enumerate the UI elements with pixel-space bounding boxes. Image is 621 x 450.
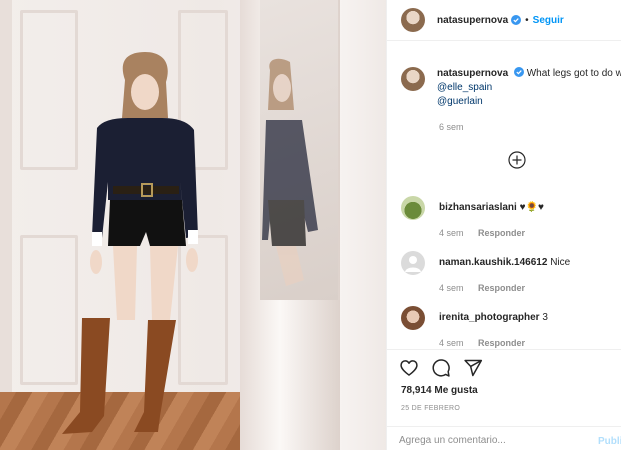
post-date[interactable]: 25 DE FEBRERO: [401, 405, 460, 412]
post-sidebar: natasupernova • Seguir natasupernova Wha…: [386, 0, 621, 450]
comments-section[interactable]: natasupernova What legs got to do with i…: [387, 41, 621, 349]
caption-text: What legs got to do with it? 🦵❤😜: [526, 68, 621, 79]
load-more-icon[interactable]: [508, 151, 526, 169]
model-figure: [62, 52, 318, 434]
comment-meta: 4 sem Responder: [439, 228, 525, 238]
commenter-avatar[interactable]: [401, 196, 425, 220]
publish-button[interactable]: Publicar: [598, 436, 621, 447]
verified-badge-icon: [511, 15, 522, 25]
commenter-username[interactable]: bizhansariaslani: [439, 202, 517, 213]
reply-button[interactable]: Responder: [478, 338, 525, 348]
likes-count[interactable]: 78,914 Me gusta: [401, 385, 478, 396]
comment-text-row: bizhansariaslani ♥🌻♥: [439, 202, 544, 213]
header-separator: •: [525, 14, 529, 26]
comment-text-row: irenita_photographer 3: [439, 312, 548, 323]
caption-username[interactable]: natasupernova: [437, 68, 508, 79]
share-icon[interactable]: [463, 358, 483, 378]
caption-body: natasupernova What legs got to do with i…: [437, 67, 621, 109]
caption-mention[interactable]: @guerlain: [437, 96, 483, 107]
post-header: natasupernova • Seguir: [387, 0, 621, 41]
caption-author-avatar[interactable]: [401, 67, 425, 91]
comment-timestamp[interactable]: 4 sem: [439, 338, 464, 348]
commenter-username[interactable]: naman.kaushik.146612: [439, 257, 547, 268]
comment-text-row: naman.kaushik.146612 Nice: [439, 257, 570, 268]
commenter-avatar[interactable]: [401, 306, 425, 330]
comment-meta: 4 sem Responder: [439, 338, 525, 348]
caption-timestamp[interactable]: 6 sem: [439, 122, 464, 132]
comment-meta: 4 sem Responder: [439, 283, 525, 293]
comment-timestamp[interactable]: 4 sem: [439, 228, 464, 238]
comment-text: Nice: [550, 257, 571, 268]
caption-mention[interactable]: @elle_spain: [437, 82, 492, 93]
commenter-username[interactable]: irenita_photographer: [439, 312, 540, 323]
author-avatar[interactable]: [401, 8, 425, 32]
heart-icon[interactable]: [399, 358, 419, 378]
action-bar: [387, 349, 621, 385]
reply-button[interactable]: Responder: [478, 228, 525, 238]
verified-badge-icon: [513, 67, 524, 77]
comment-timestamp[interactable]: 4 sem: [439, 283, 464, 293]
add-comment-bar: Publicar: [387, 426, 621, 450]
comment-icon[interactable]: [431, 358, 451, 378]
follow-button[interactable]: Seguir: [533, 15, 564, 26]
reply-button[interactable]: Responder: [478, 283, 525, 293]
instagram-post: natasupernova • Seguir natasupernova Wha…: [0, 0, 621, 450]
commenter-avatar[interactable]: [401, 251, 425, 275]
comment-text: 3: [542, 312, 548, 323]
post-caption: natasupernova What legs got to do with i…: [401, 67, 621, 109]
author-username[interactable]: natasupernova: [437, 15, 508, 26]
comment-text: ♥🌻♥: [519, 202, 544, 213]
post-photo[interactable]: [0, 0, 386, 450]
comment-input[interactable]: [399, 435, 579, 446]
